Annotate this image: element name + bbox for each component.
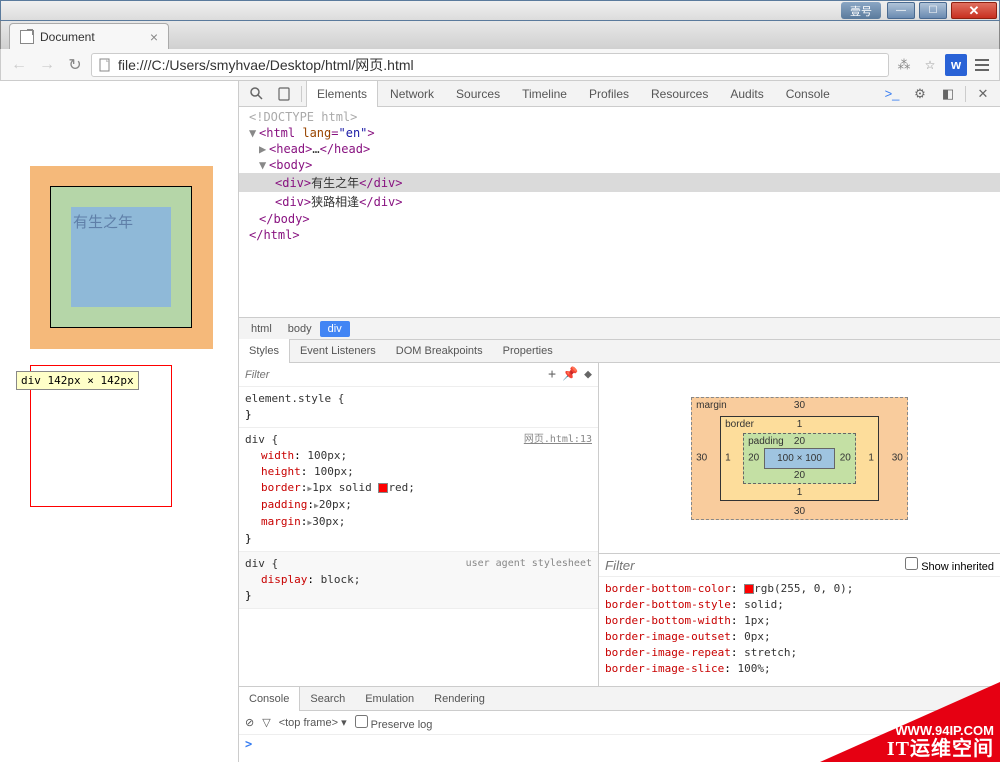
clear-console-icon[interactable]: ⊘	[245, 716, 254, 729]
pin-icon[interactable]: 📌	[562, 367, 578, 382]
tab-sources[interactable]: Sources	[446, 81, 510, 107]
show-inherited-checkbox[interactable]: Show inherited	[905, 557, 994, 573]
browser-tab-strip: Document ×	[0, 21, 1000, 49]
bc-body[interactable]: body	[280, 321, 320, 337]
settings-icon[interactable]: ⚙	[907, 83, 933, 105]
drawer-tab-rendering[interactable]: Rendering	[424, 687, 495, 711]
computed-list[interactable]: border-bottom-color: rgb(255, 0, 0); bor…	[599, 577, 1000, 686]
page-viewport: 有生之年 狭路相逢 div 142px × 142px	[0, 81, 238, 762]
address-bar: ← → ↻ file:///C:/Users/smyhvae/Desktop/h…	[0, 49, 1000, 81]
watermark-text: WWW.94IP.COM IT运维空间	[887, 722, 994, 758]
tab-resources[interactable]: Resources	[641, 81, 718, 107]
styles-sidebar-tabs: Styles Event Listeners DOM Breakpoints P…	[239, 339, 1000, 363]
url-text: file:///C:/Users/smyhvae/Desktop/html/网页…	[118, 55, 414, 75]
tab-event-listeners[interactable]: Event Listeners	[290, 339, 386, 363]
maximize-button[interactable]: ☐	[919, 2, 947, 19]
frame-select[interactable]: <top frame> ▾	[279, 716, 347, 729]
dom-body-open[interactable]: ▼<body>	[239, 157, 1000, 173]
tab-close-icon[interactable]: ×	[150, 29, 158, 45]
tab-profiles[interactable]: Profiles	[579, 81, 639, 107]
preserve-log-checkbox[interactable]: Preserve log	[355, 715, 433, 731]
tab-elements[interactable]: Elements	[306, 81, 378, 107]
toggle-icon[interactable]: ◆	[584, 367, 592, 382]
div-padding-highlight: 有生之年	[50, 186, 192, 328]
ua-rule-block[interactable]: user agent stylesheet div { display: blo…	[239, 552, 598, 609]
styles-filter-input[interactable]	[245, 369, 548, 381]
dom-html-open[interactable]: ▼<html lang="en">	[239, 125, 1000, 141]
div-rule-block[interactable]: 网页.html:13 div { width: 100px; height: 1…	[239, 428, 598, 552]
file-icon	[98, 58, 112, 72]
new-style-icon[interactable]: +	[548, 367, 556, 382]
source-link[interactable]: 网页.html:13	[524, 432, 592, 448]
filter-funnel-icon[interactable]: ▽	[262, 716, 270, 729]
url-input[interactable]: file:///C:/Users/smyhvae/Desktop/html/网页…	[91, 53, 889, 77]
forward-button[interactable]: →	[35, 53, 59, 77]
bookmark-star-icon[interactable]: ☆	[919, 54, 941, 76]
tab-properties[interactable]: Properties	[493, 339, 563, 363]
dom-tree[interactable]: <!DOCTYPE html> ▼<html lang="en"> ▶<head…	[239, 107, 1000, 317]
dom-head[interactable]: ▶<head>…</head>	[239, 141, 1000, 157]
box-model-diagram[interactable]: margin 30303030 border 1111 padding 2020…	[599, 363, 1000, 553]
styles-pane: + 📌 ◆ element.style { } 网页.html:13 div {…	[239, 363, 599, 686]
translate-icon[interactable]: ⁂	[893, 54, 915, 76]
close-button[interactable]: ✕	[951, 2, 997, 19]
drawer-tab-console[interactable]: Console	[239, 687, 300, 711]
computed-filter-input[interactable]	[605, 558, 905, 573]
bc-html[interactable]: html	[243, 321, 280, 337]
drawer-tab-emulation[interactable]: Emulation	[355, 687, 424, 711]
tab-console[interactable]: Console	[776, 81, 840, 107]
dock-icon[interactable]: ◧	[935, 83, 961, 105]
back-button[interactable]: ←	[7, 53, 31, 77]
extension-icon[interactable]: w	[945, 54, 967, 76]
element-tooltip: div 142px × 142px	[16, 371, 139, 390]
minimize-button[interactable]: —	[887, 2, 915, 19]
file-icon	[20, 30, 34, 44]
dom-breadcrumb: html body div	[239, 317, 1000, 339]
dom-html-close: </html>	[239, 227, 1000, 243]
browser-tab[interactable]: Document ×	[9, 23, 169, 49]
tab-audits[interactable]: Audits	[720, 81, 773, 107]
tab-timeline[interactable]: Timeline	[512, 81, 577, 107]
device-icon[interactable]	[271, 83, 297, 105]
dom-div1[interactable]: <div>有生之年</div>	[239, 173, 1000, 192]
menu-icon[interactable]	[971, 54, 993, 76]
devtools-toolbar: Elements Network Sources Timeline Profil…	[239, 81, 1000, 107]
tab-title: Document	[40, 30, 150, 44]
drawer-tab-search[interactable]: Search	[300, 687, 355, 711]
tab-dom-breakpoints[interactable]: DOM Breakpoints	[386, 339, 493, 363]
inspect-icon[interactable]	[243, 83, 269, 105]
console-toggle-icon[interactable]: >_	[879, 83, 905, 105]
div-margin-highlight: 有生之年	[30, 166, 213, 349]
devtools-panel: Elements Network Sources Timeline Profil…	[238, 81, 1000, 762]
element-style-block[interactable]: element.style { }	[239, 387, 598, 428]
bc-div[interactable]: div	[320, 321, 350, 337]
dom-div2[interactable]: <div>狭路相逢</div>	[239, 192, 1000, 211]
dom-doctype: <!DOCTYPE html>	[239, 109, 1000, 125]
reload-button[interactable]: ↻	[63, 53, 87, 77]
devtools-close-icon[interactable]: ✕	[970, 83, 996, 105]
window-titlebar: 壹号 — ☐ ✕	[0, 0, 1000, 21]
div1-content[interactable]: 有生之年	[71, 207, 171, 307]
tab-styles[interactable]: Styles	[239, 339, 290, 363]
color-swatch-icon[interactable]	[378, 483, 388, 493]
tab-network[interactable]: Network	[380, 81, 444, 107]
window-badge: 壹号	[841, 2, 881, 19]
ua-label: user agent stylesheet	[466, 556, 592, 572]
computed-pane: margin 30303030 border 1111 padding 2020…	[599, 363, 1000, 686]
dom-body-close: </body>	[239, 211, 1000, 227]
